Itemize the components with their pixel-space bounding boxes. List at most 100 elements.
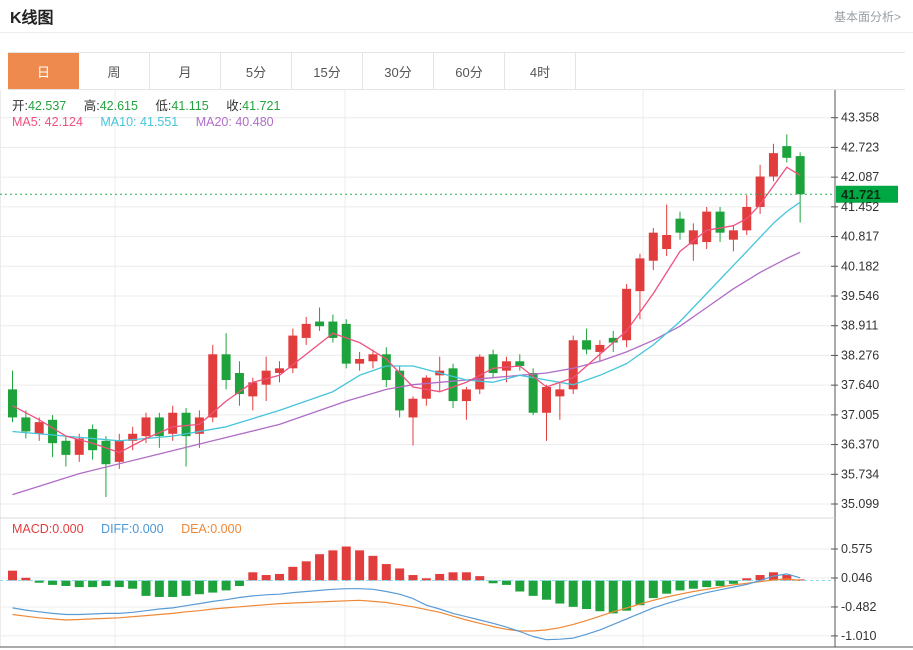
macd-bar xyxy=(475,576,484,580)
macd-bar xyxy=(155,581,164,597)
macd-bar xyxy=(222,581,231,591)
macd-bar xyxy=(676,581,685,591)
axis-tick-label: 37.005 xyxy=(841,408,879,422)
candle-body xyxy=(142,417,151,436)
axis-tick-label: 38.276 xyxy=(841,348,879,362)
macd-bar xyxy=(689,581,698,589)
tab-0-日[interactable]: 日 xyxy=(8,53,79,89)
candle-body xyxy=(729,230,738,239)
candle-body xyxy=(756,177,765,207)
axis-tick-label: -0.482 xyxy=(841,600,876,614)
candle-body xyxy=(582,340,591,349)
tab-3-5分[interactable]: 5分 xyxy=(221,53,292,89)
axis-tick-label: -1.010 xyxy=(841,629,876,643)
candle-body xyxy=(48,420,57,443)
macd-bar xyxy=(302,561,311,580)
axis-tick-label: 37.640 xyxy=(841,378,879,392)
macd-bar xyxy=(395,568,404,580)
macd-bar xyxy=(462,572,471,580)
ma20-line xyxy=(13,252,801,494)
macd-bar xyxy=(142,581,151,596)
candle-body xyxy=(542,387,551,413)
axis-tick-label: 43.358 xyxy=(841,111,879,125)
candle-body xyxy=(302,324,311,338)
macd-bar xyxy=(502,581,511,585)
candle-body xyxy=(555,389,564,396)
macd-bar xyxy=(449,572,458,580)
macd-bar xyxy=(101,581,110,586)
candle-body xyxy=(8,389,17,417)
interval-tab-bar: 日周月5分15分30分60分4时 xyxy=(8,52,905,90)
macd-bar xyxy=(622,581,631,611)
axis-tick-label: 35.734 xyxy=(841,467,879,481)
candle-body xyxy=(368,354,377,361)
candle-body xyxy=(61,441,70,455)
candle-body xyxy=(515,361,524,366)
candle-body xyxy=(208,354,217,417)
candle-body xyxy=(662,235,671,249)
tab-1-周[interactable]: 周 xyxy=(79,53,150,89)
tab-4-15分[interactable]: 15分 xyxy=(292,53,363,89)
macd-bar xyxy=(208,581,217,593)
tab-7-4时[interactable]: 4时 xyxy=(505,53,576,89)
macd-bar xyxy=(382,564,391,580)
candle-body xyxy=(622,289,631,340)
macd-bar xyxy=(75,581,84,588)
candle-body xyxy=(222,354,231,380)
candle-body xyxy=(449,368,458,401)
candle-body xyxy=(569,340,578,389)
macd-bar xyxy=(262,575,271,580)
candle-body xyxy=(342,324,351,364)
macd-bar xyxy=(128,581,137,589)
macd-bar xyxy=(716,581,725,586)
macd-bar xyxy=(542,581,551,600)
axis-tick-label: 36.370 xyxy=(841,438,879,452)
kline-chart[interactable]: 41.72143.35842.72342.08741.45240.81740.1… xyxy=(0,90,913,650)
candle-body xyxy=(689,230,698,244)
candle-body xyxy=(168,413,177,434)
page-title: K线图 xyxy=(10,4,54,28)
candle-body xyxy=(101,441,110,464)
ma5-line xyxy=(13,167,801,452)
macd-bar xyxy=(8,571,17,581)
candle-body xyxy=(35,422,44,434)
axis-tick-label: 42.087 xyxy=(841,170,879,184)
tab-bar-filler xyxy=(576,53,905,89)
macd-bar xyxy=(595,581,604,612)
candle-body xyxy=(502,361,511,370)
macd-bar xyxy=(555,581,564,604)
candle-body xyxy=(702,212,711,242)
axis-tick-label: 42.723 xyxy=(841,140,879,154)
macd-bar xyxy=(582,581,591,610)
tab-2-月[interactable]: 月 xyxy=(150,53,221,89)
macd-bar xyxy=(355,550,364,580)
tab-6-60分[interactable]: 60分 xyxy=(434,53,505,89)
macd-bar xyxy=(88,581,97,588)
macd-bar xyxy=(435,574,444,581)
macd-bar xyxy=(569,581,578,607)
fundamental-analysis-link[interactable]: 基本面分析> xyxy=(834,8,901,25)
macd-bar xyxy=(702,581,711,588)
candle-body xyxy=(769,153,778,176)
macd-bar xyxy=(649,581,658,599)
candle-body xyxy=(782,146,791,158)
widget-header: K线图 基本面分析> xyxy=(0,0,913,33)
macd-bar xyxy=(662,581,671,594)
tab-5-30分[interactable]: 30分 xyxy=(363,53,434,89)
candle-body xyxy=(462,389,471,401)
chart-area: 41.72143.35842.72342.08741.45240.81740.1… xyxy=(0,90,913,650)
grid-lines xyxy=(0,90,835,647)
candle-body xyxy=(355,359,364,364)
candle-body xyxy=(235,373,244,394)
macd-bar xyxy=(115,581,124,588)
macd-bar xyxy=(368,556,377,581)
candle-body xyxy=(21,417,30,431)
macd-bar xyxy=(275,574,284,581)
axis-tick-label: 35.099 xyxy=(841,497,879,511)
candle-body xyxy=(649,233,658,261)
macd-bar xyxy=(515,581,524,592)
candle-body xyxy=(716,212,725,233)
macd-bar xyxy=(635,581,644,606)
macd-bar xyxy=(235,581,244,586)
macd-bar xyxy=(182,581,191,596)
